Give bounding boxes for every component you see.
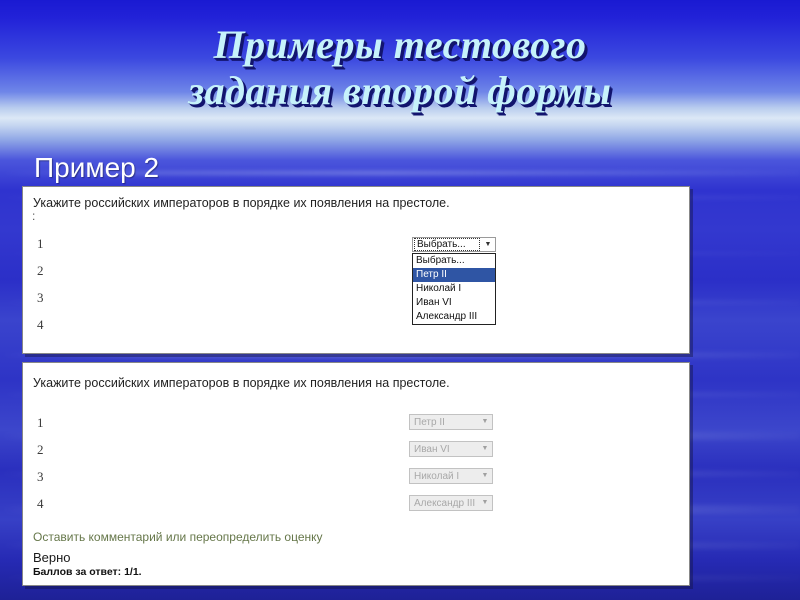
slide-title-line-1: Примеры тестового [213, 22, 587, 67]
order-select-value: Николай I [414, 470, 460, 482]
question-panel-unanswered: Укажите российских императоров в порядке… [22, 186, 690, 354]
option-item[interactable]: Николай I [413, 282, 495, 296]
slide-subtitle: Пример 2 [34, 152, 160, 183]
order-select-open[interactable]: Выбрать... ▼ [412, 237, 496, 252]
order-select-disabled-4: Александр III ▼ [409, 495, 493, 511]
option-item-selected[interactable]: Петр II [413, 268, 495, 282]
chevron-down-icon: ▼ [481, 418, 489, 425]
option-item[interactable]: Александр III [413, 310, 495, 324]
row-number: 3 [37, 290, 44, 305]
order-select-disabled-1: Петр II ▼ [409, 414, 493, 430]
grade-score: Баллов за ответ: 1/1. [33, 566, 142, 578]
row-number: 1 [37, 236, 44, 251]
option-item[interactable]: Иван VI [413, 296, 495, 310]
chevron-down-icon: ▼ [481, 472, 489, 479]
row-number: 4 [37, 317, 44, 332]
order-select-value: Александр III [414, 497, 476, 509]
slide-title-line-2: задания второй формы [188, 68, 612, 113]
leave-comment-link[interactable]: Оставить комментарий или переопределить … [33, 530, 323, 544]
order-select-value: Петр II [414, 416, 445, 428]
order-select-value: Выбрать... [414, 238, 480, 251]
order-select-disabled-2: Иван VI ▼ [409, 441, 493, 457]
chevron-down-icon: ▼ [481, 445, 489, 452]
order-select-value: Иван VI [414, 443, 450, 455]
question-prompt: Укажите российских императоров в порядке… [33, 196, 450, 210]
grade-verdict: Верно [33, 550, 71, 565]
order-select-options[interactable]: Выбрать... Петр II Николай I Иван VI Але… [412, 253, 496, 325]
chevron-down-icon: ▼ [481, 499, 489, 506]
row-number: 1 [37, 415, 44, 430]
row-number: 2 [37, 263, 44, 278]
row-number: 2 [37, 442, 44, 457]
question-prompt: Укажите российских императоров в порядке… [33, 376, 450, 390]
chevron-down-icon[interactable]: ▼ [481, 238, 495, 251]
slide-title: Примеры тестового задания второй формы [0, 22, 800, 114]
question-panel-graded: Укажите российских императоров в порядке… [22, 362, 690, 586]
colon-artifact: : [32, 209, 36, 223]
row-number: 4 [37, 496, 44, 511]
option-item[interactable]: Выбрать... [413, 254, 495, 268]
row-number: 3 [37, 469, 44, 484]
order-select-disabled-3: Николай I ▼ [409, 468, 493, 484]
